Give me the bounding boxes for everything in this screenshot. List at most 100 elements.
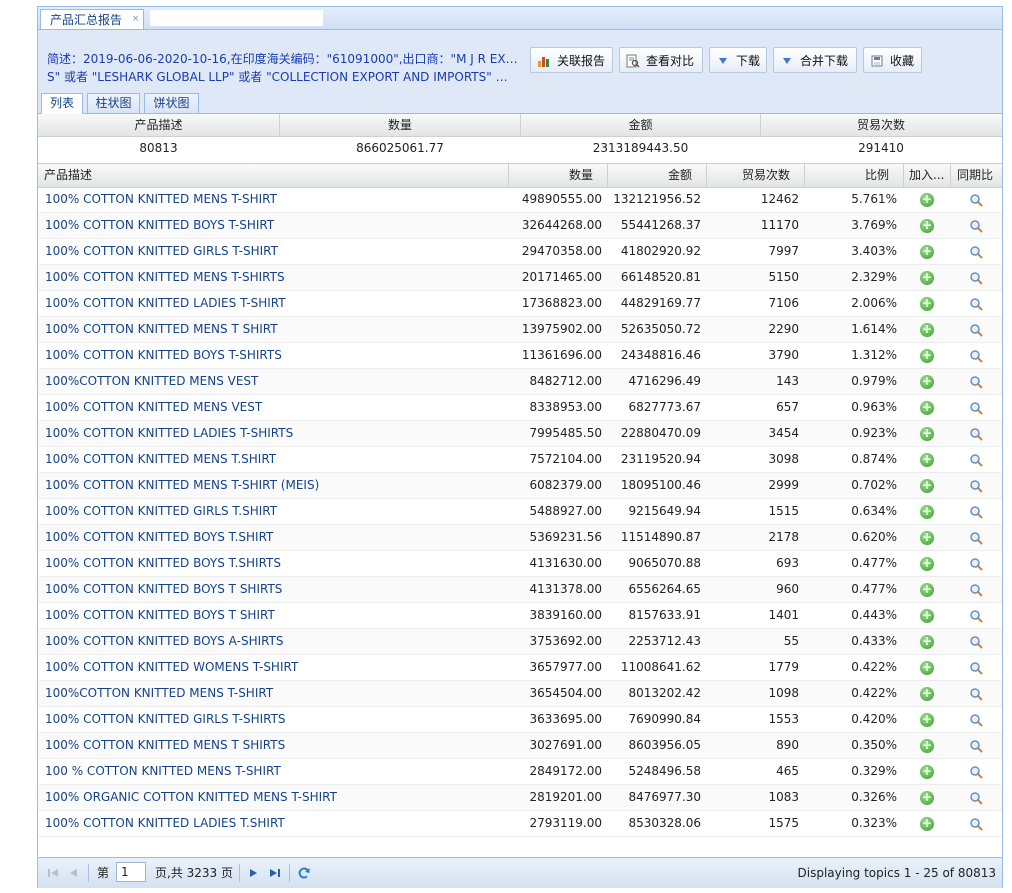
cell-product-desc[interactable]: 100% COTTON KNITTED BOYS T-SHIRT: [45, 213, 274, 238]
col-header-add[interactable]: 加入...: [904, 164, 951, 187]
cell-product-desc[interactable]: 100%COTTON KNITTED MENS T-SHIRT: [45, 681, 273, 706]
magnifier-icon[interactable]: [969, 713, 983, 727]
cell-product-desc[interactable]: 100% COTTON KNITTED BOYS T SHIRTS: [45, 577, 282, 602]
table-row[interactable]: 100% ORGANIC COTTON KNITTED MENS T-SHIRT…: [38, 785, 1002, 811]
table-row[interactable]: 100% COTTON KNITTED MENS VEST 8338953.00 6…: [38, 395, 1002, 421]
add-icon[interactable]: +: [920, 687, 934, 701]
add-icon[interactable]: +: [920, 479, 934, 493]
add-icon[interactable]: +: [920, 557, 934, 571]
merge-download-button[interactable]: 合并下载: [773, 47, 857, 73]
magnifier-icon[interactable]: [969, 271, 983, 285]
cell-product-desc[interactable]: 100% COTTON KNITTED GIRLS T-SHIRT: [45, 239, 278, 264]
magnifier-icon[interactable]: [969, 193, 983, 207]
cell-product-desc[interactable]: 100% COTTON KNITTED MENS VEST: [45, 395, 262, 420]
add-icon[interactable]: +: [920, 219, 934, 233]
table-row[interactable]: 100% COTTON KNITTED GIRLS T.SHIRT 5488927…: [38, 499, 1002, 525]
table-row[interactable]: 100%COTTON KNITTED MENS VEST 8482712.00 47…: [38, 369, 1002, 395]
add-icon[interactable]: +: [920, 401, 934, 415]
add-icon[interactable]: +: [920, 583, 934, 597]
magnifier-icon[interactable]: [969, 505, 983, 519]
cell-product-desc[interactable]: 100% COTTON KNITTED BOYS T-SHIRTS: [45, 343, 282, 368]
cell-product-desc[interactable]: 100% COTTON KNITTED BOYS T.SHIRT: [45, 525, 273, 550]
magnifier-icon[interactable]: [969, 323, 983, 337]
magnifier-icon[interactable]: [969, 661, 983, 675]
table-row[interactable]: 100% COTTON KNITTED BOYS A-SHIRTS 3753692…: [38, 629, 1002, 655]
tab-product-summary[interactable]: 产品汇总报告 ×: [40, 9, 144, 29]
cell-product-desc[interactable]: 100% COTTON KNITTED MENS T-SHIRT: [45, 187, 277, 212]
add-icon[interactable]: +: [920, 271, 934, 285]
magnifier-icon[interactable]: [969, 583, 983, 597]
tab-bar-chart[interactable]: 柱状图: [87, 93, 140, 113]
download-button[interactable]: 下载: [709, 47, 767, 73]
table-row[interactable]: 100% COTTON KNITTED BOYS T SHIRTS 4131378…: [38, 577, 1002, 603]
add-icon[interactable]: +: [920, 635, 934, 649]
add-icon[interactable]: +: [920, 661, 934, 675]
table-row[interactable]: 100% COTTON KNITTED MENS T.SHIRT 7572104.…: [38, 447, 1002, 473]
add-icon[interactable]: +: [920, 713, 934, 727]
add-icon[interactable]: +: [920, 505, 934, 519]
cell-product-desc[interactable]: 100% COTTON KNITTED MENS T.SHIRT: [45, 447, 276, 472]
cell-product-desc[interactable]: 100% COTTON KNITTED MENS T-SHIRT (MEIS): [45, 473, 319, 498]
table-row[interactable]: 100% COTTON KNITTED GIRLS T-SHIRTS 363369…: [38, 707, 1002, 733]
table-row[interactable]: 100% COTTON KNITTED WOMENS T-SHIRT 365797…: [38, 655, 1002, 681]
cell-product-desc[interactable]: 100%COTTON KNITTED MENS VEST: [45, 369, 258, 394]
next-page-icon[interactable]: [246, 866, 260, 880]
last-page-icon[interactable]: [268, 866, 282, 880]
cell-product-desc[interactable]: 100% COTTON KNITTED BOYS A-SHIRTS: [45, 629, 284, 654]
add-icon[interactable]: +: [920, 245, 934, 259]
cell-product-desc[interactable]: 100% ORGANIC COTTON KNITTED MENS T-SHIRT: [45, 785, 337, 810]
magnifier-icon[interactable]: [969, 297, 983, 311]
compare-button[interactable]: 查看对比: [619, 47, 703, 73]
cell-product-desc[interactable]: 100% COTTON KNITTED MENS T SHIRTS: [45, 733, 285, 758]
magnifier-icon[interactable]: [969, 791, 983, 805]
magnifier-icon[interactable]: [969, 817, 983, 831]
table-row[interactable]: 100% COTTON KNITTED BOYS T SHIRT 3839160.…: [38, 603, 1002, 629]
table-row[interactable]: 100% COTTON KNITTED LADIES T-SHIRT 173688…: [38, 291, 1002, 317]
magnifier-icon[interactable]: [969, 687, 983, 701]
refresh-icon[interactable]: [297, 866, 311, 880]
table-row[interactable]: 100% COTTON KNITTED MENS T SHIRTS 3027691…: [38, 733, 1002, 759]
col-header-yoy[interactable]: 同期比: [951, 164, 1002, 187]
table-row[interactable]: 100% COTTON KNITTED BOYS T.SHIRT 5369231.…: [38, 525, 1002, 551]
add-icon[interactable]: +: [920, 739, 934, 753]
magnifier-icon[interactable]: [969, 401, 983, 415]
magnifier-icon[interactable]: [969, 245, 983, 259]
table-row[interactable]: 100% COTTON KNITTED MENS T SHIRT 13975902…: [38, 317, 1002, 343]
magnifier-icon[interactable]: [969, 609, 983, 623]
cell-product-desc[interactable]: 100% COTTON KNITTED MENS T-SHIRTS: [45, 265, 285, 290]
magnifier-icon[interactable]: [969, 479, 983, 493]
tab-list[interactable]: 列表: [41, 93, 83, 114]
cell-product-desc[interactable]: 100% COTTON KNITTED LADIES T-SHIRTS: [45, 421, 293, 446]
cell-product-desc[interactable]: 100% COTTON KNITTED LADIES T.SHIRT: [45, 811, 285, 836]
magnifier-icon[interactable]: [969, 635, 983, 649]
first-page-icon[interactable]: [46, 866, 60, 880]
prev-page-icon[interactable]: [67, 866, 81, 880]
magnifier-icon[interactable]: [969, 375, 983, 389]
cell-product-desc[interactable]: 100% COTTON KNITTED LADIES T-SHIRT: [45, 291, 286, 316]
cell-product-desc[interactable]: 100% COTTON KNITTED BOYS T SHIRT: [45, 603, 275, 628]
related-report-button[interactable]: 关联报告: [530, 47, 613, 73]
table-row[interactable]: 100% COTTON KNITTED MENS T-SHIRTS 2017146…: [38, 265, 1002, 291]
magnifier-icon[interactable]: [969, 739, 983, 753]
add-icon[interactable]: +: [920, 791, 934, 805]
magnifier-icon[interactable]: [969, 427, 983, 441]
table-row[interactable]: 100 % COTTON KNITTED MENS T-SHIRT 2849172…: [38, 759, 1002, 785]
table-row[interactable]: 100% COTTON KNITTED MENS T-SHIRT (MEIS) 6…: [38, 473, 1002, 499]
page-number-input[interactable]: 1: [116, 862, 146, 882]
table-row[interactable]: 100%COTTON KNITTED MENS T-SHIRT 3654504.0…: [38, 681, 1002, 707]
add-icon[interactable]: +: [920, 817, 934, 831]
tab-pie-chart[interactable]: 饼状图: [144, 93, 199, 113]
col-header-qty[interactable]: 数量: [509, 164, 608, 187]
close-icon[interactable]: ×: [131, 15, 140, 24]
table-row[interactable]: 100% COTTON KNITTED BOYS T.SHIRTS 4131630…: [38, 551, 1002, 577]
table-row[interactable]: 100% COTTON KNITTED LADIES T.SHIRT 279311…: [38, 811, 1002, 837]
favorite-button[interactable]: 收藏: [863, 47, 922, 73]
magnifier-icon[interactable]: [969, 453, 983, 467]
add-icon[interactable]: +: [920, 765, 934, 779]
add-icon[interactable]: +: [920, 349, 934, 363]
col-header-amount[interactable]: 金额: [608, 164, 707, 187]
col-header-desc[interactable]: 产品描述: [38, 164, 509, 187]
col-header-ratio[interactable]: 比例: [805, 164, 904, 187]
add-icon[interactable]: +: [920, 375, 934, 389]
table-row[interactable]: 100% COTTON KNITTED BOYS T-SHIRT 32644268…: [38, 213, 1002, 239]
